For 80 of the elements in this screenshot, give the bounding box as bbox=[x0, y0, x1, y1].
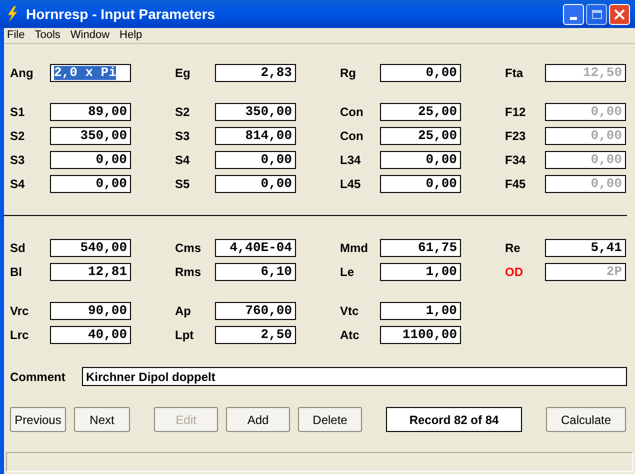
field-label: Bl bbox=[10, 264, 23, 281]
input-field[interactable]: 0,00 bbox=[380, 64, 461, 82]
input-field[interactable]: 25,00 bbox=[380, 127, 461, 145]
field-label: F12 bbox=[505, 104, 527, 121]
field-label: S3 bbox=[10, 152, 26, 169]
record-counter: Record 82 of 84 bbox=[386, 407, 522, 432]
field-label: L45 bbox=[340, 176, 362, 193]
input-field[interactable]: 12,81 bbox=[50, 263, 131, 281]
input-field[interactable]: 0,00 bbox=[50, 175, 131, 193]
input-field[interactable]: 2,0 x Pi bbox=[50, 64, 131, 82]
action-button[interactable]: Previous bbox=[10, 407, 66, 432]
comment-field[interactable]: Kirchner Dipol doppelt bbox=[82, 367, 627, 386]
field-label: Cms bbox=[175, 240, 202, 257]
field-label: F45 bbox=[505, 176, 527, 193]
field-label: Mmd bbox=[340, 240, 369, 257]
action-button[interactable]: Next bbox=[74, 407, 130, 432]
menu-item[interactable]: Help bbox=[120, 27, 142, 44]
field-label: Rms bbox=[175, 264, 202, 281]
minimize-button[interactable] bbox=[563, 4, 584, 24]
input-field[interactable]: 2,83 bbox=[215, 64, 296, 82]
field-label: Con bbox=[340, 128, 364, 145]
field-label: F34 bbox=[505, 152, 527, 169]
input-field[interactable]: 1,00 bbox=[380, 263, 461, 281]
field-label: Fta bbox=[505, 65, 524, 82]
input-field[interactable]: 0,00 bbox=[380, 175, 461, 193]
field-label: Rg bbox=[340, 65, 357, 82]
field-label: Lpt bbox=[175, 327, 195, 344]
field-label: L34 bbox=[340, 152, 362, 169]
input-field[interactable]: 814,00 bbox=[215, 127, 296, 145]
input-field[interactable]: 25,00 bbox=[380, 103, 461, 121]
field-label: Comment bbox=[10, 368, 66, 386]
close-icon bbox=[614, 8, 625, 20]
action-button[interactable]: Delete bbox=[298, 407, 362, 432]
input-field[interactable]: 540,00 bbox=[50, 239, 131, 257]
field-label: S4 bbox=[10, 176, 26, 193]
field-label: S2 bbox=[10, 128, 26, 145]
input-field[interactable]: 0,00 bbox=[215, 175, 296, 193]
field-label: Con bbox=[340, 104, 364, 121]
input-field[interactable]: 89,00 bbox=[50, 103, 131, 121]
input-field[interactable]: 350,00 bbox=[215, 103, 296, 121]
input-field[interactable]: 1100,00 bbox=[380, 326, 461, 344]
input-field[interactable]: 0,00 bbox=[380, 151, 461, 169]
action-button[interactable]: Add bbox=[226, 407, 290, 432]
lightning-icon bbox=[5, 6, 19, 22]
field-label: Atc bbox=[340, 327, 360, 344]
input-field[interactable]: 4,40E-04 bbox=[215, 239, 296, 257]
field-label: Lrc bbox=[10, 327, 30, 344]
action-button[interactable]: Calculate bbox=[546, 407, 626, 432]
field-label: S4 bbox=[175, 152, 191, 169]
input-field[interactable]: 5,41 bbox=[545, 239, 626, 257]
close-button[interactable] bbox=[609, 4, 630, 24]
field-label: OD bbox=[505, 264, 524, 281]
field-label: Vtc bbox=[340, 303, 360, 320]
field-label: F23 bbox=[505, 128, 527, 145]
field-label: Re bbox=[505, 240, 522, 257]
field-label: Sd bbox=[10, 240, 26, 257]
field-label: S2 bbox=[175, 104, 191, 121]
menu-item[interactable]: File bbox=[7, 27, 25, 44]
input-field[interactable]: 90,00 bbox=[50, 302, 131, 320]
field-label: Eg bbox=[175, 65, 192, 82]
input-field[interactable]: 760,00 bbox=[215, 302, 296, 320]
field-label: Ang bbox=[10, 65, 34, 82]
field-label: S5 bbox=[175, 176, 191, 193]
field-label: S3 bbox=[175, 128, 191, 145]
maximize-button[interactable] bbox=[586, 4, 607, 24]
field-label: S1 bbox=[10, 104, 26, 121]
field-label: Vrc bbox=[10, 303, 30, 320]
input-field[interactable]: 0,00 bbox=[50, 151, 131, 169]
input-field[interactable]: 2,50 bbox=[215, 326, 296, 344]
menu-item[interactable]: Window bbox=[70, 27, 110, 44]
window-title: Hornresp - Input Parameters bbox=[26, 4, 216, 24]
field-label: Le bbox=[340, 264, 356, 281]
menu-item[interactable]: Tools bbox=[34, 27, 60, 44]
input-field[interactable]: 0,00 bbox=[215, 151, 296, 169]
input-field[interactable]: 350,00 bbox=[50, 127, 131, 145]
input-field[interactable]: 40,00 bbox=[50, 326, 131, 344]
input-field[interactable]: 61,75 bbox=[380, 239, 461, 257]
input-field[interactable]: 1,00 bbox=[380, 302, 461, 320]
input-field[interactable]: 6,10 bbox=[215, 263, 296, 281]
field-label: Ap bbox=[175, 303, 192, 320]
